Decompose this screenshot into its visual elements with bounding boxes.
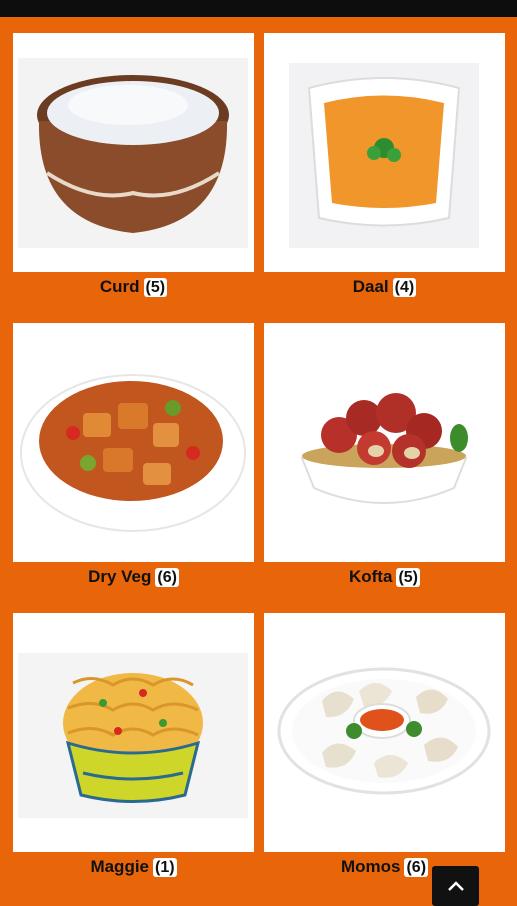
category-count: (5): [143, 277, 168, 297]
scroll-to-top-button[interactable]: [432, 866, 479, 906]
category-card-kofta[interactable]: Kofta (5): [264, 323, 505, 592]
momos-plate-image[interactable]: [264, 613, 505, 852]
category-card-dry-veg[interactable]: Dry Veg (6): [13, 323, 254, 592]
category-card-momos[interactable]: Momos (6): [264, 613, 505, 882]
category-caption[interactable]: Daal (4): [264, 272, 505, 302]
category-name[interactable]: Dry Veg: [88, 567, 151, 587]
category-caption[interactable]: Maggie (1): [13, 852, 254, 882]
kofta-bowl-image[interactable]: [264, 323, 505, 562]
chevron-up-icon: [447, 881, 464, 891]
category-name[interactable]: Maggie: [90, 857, 149, 877]
category-name[interactable]: Momos: [341, 857, 401, 877]
category-card-curd[interactable]: Curd (5): [13, 33, 254, 302]
category-name[interactable]: Daal: [353, 277, 389, 297]
dry-veg-plate-image[interactable]: [13, 323, 254, 562]
category-name[interactable]: Kofta: [349, 567, 392, 587]
category-grid: Curd (5) Daal (4) Dry Veg (6) Kofta (5) …: [0, 17, 517, 900]
category-caption[interactable]: Kofta (5): [264, 562, 505, 592]
category-count: (6): [155, 567, 179, 587]
category-caption[interactable]: Curd (5): [13, 272, 254, 302]
category-count: (4): [392, 277, 417, 297]
category-count: (5): [396, 567, 420, 587]
category-count: (6): [404, 857, 429, 877]
maggie-noodles-image[interactable]: [13, 613, 254, 852]
curd-pot-image[interactable]: [13, 33, 254, 272]
category-card-maggie[interactable]: Maggie (1): [13, 613, 254, 882]
daal-bowl-image[interactable]: [264, 33, 505, 272]
category-card-daal[interactable]: Daal (4): [264, 33, 505, 302]
status-bar: [0, 0, 517, 17]
category-caption[interactable]: Dry Veg (6): [13, 562, 254, 592]
category-count: (1): [153, 857, 177, 877]
category-name[interactable]: Curd: [100, 277, 140, 297]
